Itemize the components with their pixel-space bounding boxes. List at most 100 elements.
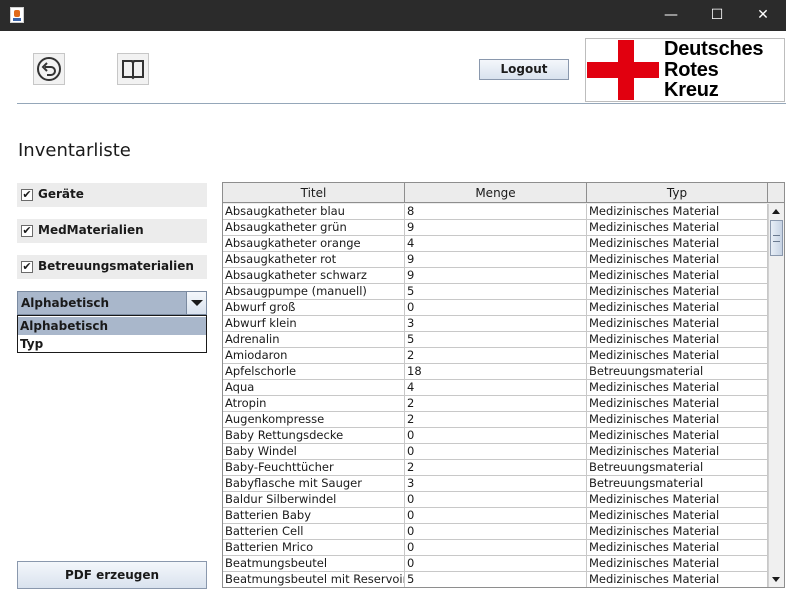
- filter-medmaterialien[interactable]: ✔ MedMaterialien: [17, 219, 207, 243]
- checkbox-checked-icon[interactable]: ✔: [21, 189, 33, 201]
- table-row[interactable]: Apfelschorle 18 Betreuungsmaterial: [223, 364, 768, 380]
- table-row[interactable]: Baby Rettungsdecke 0 Medizinisches Materia…: [223, 428, 768, 444]
- table-row[interactable]: Beatmungsbeutel 0 Medizinisches Material: [223, 556, 768, 572]
- cell-typ: Betreuungsmaterial: [587, 364, 768, 380]
- cell-menge: 5: [405, 284, 587, 300]
- cell-menge: 5: [405, 332, 587, 348]
- cell-titel: Babyflasche mit Sauger: [223, 476, 405, 492]
- cell-typ: Medizinisches Material: [587, 572, 768, 587]
- cell-titel: Baby Windel: [223, 444, 405, 460]
- table-row[interactable]: Amiodaron 2 Medizinisches Material: [223, 348, 768, 364]
- cell-titel: Absaugkatheter rot: [223, 252, 405, 268]
- checkbox-checked-icon[interactable]: ✔: [21, 261, 33, 273]
- scrollbar-thumb[interactable]: [770, 220, 783, 256]
- cell-typ: Medizinisches Material: [587, 236, 768, 252]
- header: Logout Deutsches Rotes Kreuz: [0, 31, 786, 103]
- cell-titel: Atropin: [223, 396, 405, 412]
- table-row[interactable]: Absaugkatheter blau 8 Medizinisches Materi…: [223, 204, 768, 220]
- cell-menge: 9: [405, 252, 587, 268]
- close-button[interactable]: ✕: [740, 0, 786, 31]
- cell-titel: Adrenalin: [223, 332, 405, 348]
- table-header: Titel Menge Typ: [223, 183, 784, 204]
- cell-titel: Absaugkatheter grün: [223, 220, 405, 236]
- table-row[interactable]: Absaugkatheter grün 9 Medizinisches Materi…: [223, 220, 768, 236]
- table-row[interactable]: Batterien Cell 0 Medizinisches Material: [223, 524, 768, 540]
- cell-menge: 8: [405, 204, 587, 220]
- cell-titel: Batterien Mrico: [223, 540, 405, 556]
- cell-typ: Medizinisches Material: [587, 444, 768, 460]
- cell-titel: Absaugkatheter orange: [223, 236, 405, 252]
- table-row[interactable]: Abwurf groß 0 Medizinisches Material: [223, 300, 768, 316]
- table-row[interactable]: Abwurf klein 3 Medizinisches Material: [223, 316, 768, 332]
- sort-select[interactable]: Alphabetisch: [17, 291, 207, 315]
- cell-titel: Augenkompresse: [223, 412, 405, 428]
- cell-titel: Absaugkatheter schwarz: [223, 268, 405, 284]
- cell-titel: Batterien Cell: [223, 524, 405, 540]
- checkbox-checked-icon[interactable]: ✔: [21, 225, 33, 237]
- cell-menge: 3: [405, 316, 587, 332]
- cell-menge: 9: [405, 268, 587, 284]
- cell-typ: Betreuungsmaterial: [587, 460, 768, 476]
- cell-menge: 2: [405, 396, 587, 412]
- title-bar: — ☐ ✕: [0, 0, 786, 31]
- table-row[interactable]: Absaugkatheter orange 4 Medizinisches Mate…: [223, 236, 768, 252]
- cell-typ: Medizinisches Material: [587, 332, 768, 348]
- logout-button[interactable]: Logout: [479, 59, 569, 80]
- chevron-down-icon[interactable]: [186, 292, 206, 314]
- table-row[interactable]: Absaugkatheter rot 9 Medizinisches Materia…: [223, 252, 768, 268]
- cell-typ: Betreuungsmaterial: [587, 476, 768, 492]
- cell-titel: Absaugpumpe (manuell): [223, 284, 405, 300]
- cell-typ: Medizinisches Material: [587, 220, 768, 236]
- vertical-scrollbar[interactable]: [768, 204, 784, 587]
- cell-titel: Abwurf groß: [223, 300, 405, 316]
- book-icon: [122, 60, 144, 80]
- pdf-export-button[interactable]: PDF erzeugen: [17, 561, 207, 589]
- cell-typ: Medizinisches Material: [587, 268, 768, 284]
- cell-menge: 0: [405, 540, 587, 556]
- cell-titel: Apfelschorle: [223, 364, 405, 380]
- table-row[interactable]: Baby-Feuchttücher 2 Betreuungsmaterial: [223, 460, 768, 476]
- cell-titel: Beatmungsbeutel mit Reservoir: [225, 572, 405, 587]
- table-row[interactable]: Aqua 4 Medizinisches Material: [223, 380, 768, 396]
- maximize-button[interactable]: ☐: [694, 0, 740, 31]
- table-row[interactable]: Absaugpumpe (manuell) 5 Medizinisches Mate…: [223, 284, 768, 300]
- cell-menge: 9: [405, 220, 587, 236]
- logo-text: Deutsches Rotes Kreuz: [664, 38, 764, 101]
- cell-typ: Medizinisches Material: [587, 252, 768, 268]
- column-header-typ[interactable]: Typ: [587, 183, 768, 203]
- cell-typ: Medizinisches Material: [587, 428, 768, 444]
- filter-betreuungsmaterialien[interactable]: ✔ Betreuungsmaterialien: [17, 255, 207, 279]
- column-header-menge[interactable]: Menge: [405, 183, 587, 203]
- cell-typ: Medizinisches Material: [587, 412, 768, 428]
- cell-menge: 3: [405, 476, 587, 492]
- cell-menge: 0: [405, 428, 587, 444]
- table-row[interactable]: Batterien Mrico 0 Medizinisches Material: [223, 540, 768, 556]
- sort-selected-value: Alphabetisch: [21, 296, 110, 310]
- cell-typ: Medizinisches Material: [587, 204, 768, 220]
- cell-menge: 0: [405, 492, 587, 508]
- scroll-down-icon[interactable]: [769, 571, 784, 587]
- filter-geraete[interactable]: ✔ Geräte: [17, 183, 207, 207]
- cell-typ: Medizinisches Material: [587, 492, 768, 508]
- scroll-up-icon[interactable]: [769, 204, 784, 220]
- cell-menge: 5: [405, 572, 587, 587]
- back-button[interactable]: [33, 53, 65, 85]
- table-row[interactable]: Babyflasche mit Sauger 3 Betreuungsmateria…: [223, 476, 768, 492]
- table-row[interactable]: Beatmungsbeutel mit Reservoir 5 Medizinisc…: [223, 572, 768, 587]
- table-row[interactable]: Adrenalin 5 Medizinisches Material: [223, 332, 768, 348]
- table-row[interactable]: Batterien Baby 0 Medizinisches Material: [223, 508, 768, 524]
- cell-typ: Medizinisches Material: [587, 300, 768, 316]
- column-header-titel[interactable]: Titel: [223, 183, 405, 203]
- sort-option-typ[interactable]: Typ: [18, 335, 206, 353]
- book-button[interactable]: [117, 53, 149, 85]
- sort-option-alphabetisch[interactable]: Alphabetisch: [18, 317, 206, 335]
- cell-titel: Abwurf klein: [223, 316, 405, 332]
- table-row[interactable]: Absaugkatheter schwarz 9 Medizinisches Mat…: [223, 268, 768, 284]
- table-row[interactable]: Atropin 2 Medizinisches Material: [223, 396, 768, 412]
- table-row[interactable]: Baby Windel 0 Medizinisches Material: [223, 444, 768, 460]
- table-row[interactable]: Augenkompresse 2 Medizinisches Material: [223, 412, 768, 428]
- cell-menge: 0: [405, 524, 587, 540]
- minimize-button[interactable]: —: [648, 0, 694, 31]
- cell-menge: 0: [405, 444, 587, 460]
- table-row[interactable]: Baldur Silberwindel 0 Medizinisches Materi…: [223, 492, 768, 508]
